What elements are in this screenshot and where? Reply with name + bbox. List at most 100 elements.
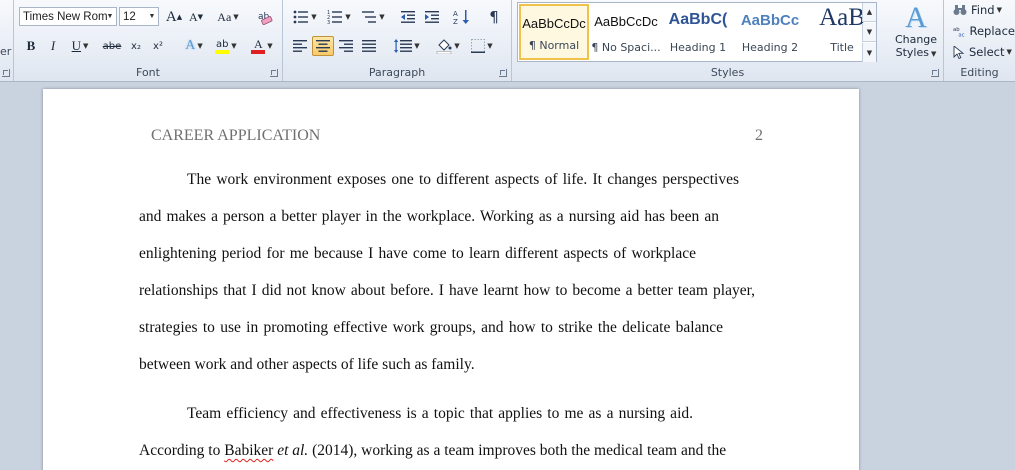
clear-formatting-icon: ab [258, 12, 273, 25]
gallery-more-button[interactable]: ▼ [862, 43, 876, 62]
replace-button[interactable]: ab ac Replace [952, 21, 1015, 41]
style-sample: AaBbC( [668, 11, 728, 28]
svg-text:A: A [453, 10, 458, 18]
align-right-button[interactable] [335, 36, 357, 56]
clear-formatting-button[interactable]: ab [255, 7, 277, 27]
paint-bucket-icon [437, 38, 452, 54]
paragraph-dialog-launcher[interactable] [499, 69, 507, 77]
grow-font-button[interactable]: A ▲ [164, 7, 184, 27]
change-styles-button[interactable]: A Change Styles ▼ [892, 2, 940, 64]
gallery-scroll-up-button[interactable]: ▲ [862, 3, 876, 22]
font-color-button[interactable]: A ▼ [247, 36, 277, 56]
show-formatting-button[interactable]: ¶ [483, 7, 505, 27]
clipboard-group: er [0, 0, 14, 81]
style-sample: AaBbCcDc [522, 16, 586, 31]
font-size-combo[interactable]: 12 ▼ [119, 7, 159, 26]
styles-gallery: AaBbCcDc ¶ Normal AaBbCcDc ¶ No Spaci...… [517, 2, 877, 62]
sort-button[interactable]: A Z [451, 7, 473, 27]
misspelled-word[interactable]: Babiker [224, 442, 273, 459]
document-canvas[interactable]: CAREER APPLICATION 2 The work environmen… [0, 83, 1015, 470]
align-left-button[interactable] [289, 36, 311, 56]
page-header-title: CAREER APPLICATION [151, 127, 321, 144]
highlight-button[interactable]: ab ▼ [211, 36, 241, 56]
select-button[interactable]: Select ▼ [952, 42, 1014, 62]
increase-indent-icon [425, 11, 439, 23]
paragraph-group: ▼ 1 2 3 ▼ ▼ A Z ¶ ▼ ▼ ▼ Paragraph [283, 0, 512, 81]
style-sample: AaBbCcDc [594, 14, 658, 29]
shrink-font-button[interactable]: A ▼ [186, 7, 206, 27]
line-spacing-button[interactable]: ▼ [391, 36, 423, 56]
body-line: relationships that I did not know about … [139, 282, 755, 299]
style-heading-1[interactable]: AaBbC( Heading 1 [663, 4, 733, 60]
style-name: ¶ Normal [528, 39, 580, 52]
svg-text:Z: Z [453, 18, 458, 25]
font-color-icon: A [253, 37, 263, 51]
citation-etal: et al. [277, 442, 309, 459]
document-page[interactable]: CAREER APPLICATION 2 The work environmen… [43, 89, 859, 470]
ribbon: er Times New Rom ▼ 12 ▼ A▲ A▼ Aa▼ ab [0, 0, 1015, 82]
change-styles-label-1: Change [894, 33, 938, 46]
editing-group-label: Editing [960, 66, 999, 79]
subscript-button[interactable]: x₂ [126, 36, 146, 56]
gallery-scroll-down-button[interactable]: ▼ [862, 23, 876, 42]
citation-suffix: (2014), working as a team improves both … [308, 442, 727, 459]
multilevel-list-icon [362, 11, 377, 23]
clipboard-label-fragment: er [0, 45, 12, 58]
align-left-icon [293, 40, 307, 52]
strikethrough-button[interactable]: abe [100, 36, 124, 56]
grow-font-icon: A [165, 8, 177, 25]
style-normal[interactable]: AaBbCcDc ¶ Normal [519, 4, 589, 60]
font-color-bar [251, 50, 266, 54]
justify-icon [362, 40, 376, 52]
decrease-indent-icon [401, 11, 415, 23]
bullets-button[interactable]: ▼ [289, 7, 321, 27]
cursor-arrow-icon [953, 45, 965, 59]
change-styles-icon: A [905, 1, 927, 34]
body-line: and makes a person a better player in th… [139, 208, 719, 225]
bold-button[interactable]: B [21, 36, 41, 56]
borders-button[interactable]: ▼ [467, 36, 497, 56]
font-dialog-launcher[interactable] [270, 69, 278, 77]
body-line: The work environment exposes one to diff… [187, 171, 739, 188]
change-styles-label-2: Styles [895, 46, 929, 59]
subscript-icon: x₂ [131, 40, 141, 52]
body-line: Team efficiency and effectiveness is a t… [187, 405, 693, 422]
justify-button[interactable] [358, 36, 380, 56]
clipboard-dialog-launcher[interactable] [2, 69, 10, 77]
superscript-icon: x² [153, 40, 163, 52]
body-line: enlightening period for me because I hav… [139, 245, 696, 262]
italic-button[interactable]: I [43, 36, 63, 56]
align-center-icon [316, 40, 330, 52]
find-button[interactable]: Find ▼ [952, 0, 1014, 20]
sort-icon: A Z [453, 10, 469, 25]
line-spacing-icon [394, 39, 413, 53]
font-group: Times New Rom ▼ 12 ▼ A▲ A▼ Aa▼ ab B I [14, 0, 283, 81]
style-sample: AaBbCc [740, 12, 800, 29]
text-effects-button[interactable]: A ▼ [181, 36, 207, 56]
page-number: 2 [755, 127, 763, 144]
multilevel-list-button[interactable]: ▼ [357, 7, 389, 27]
numbering-button[interactable]: 1 2 3 ▼ [323, 7, 355, 27]
font-name-value: Times New Rom [23, 10, 108, 23]
style-heading-2[interactable]: AaBbCc Heading 2 [735, 4, 805, 60]
style-no-spacing[interactable]: AaBbCcDc ¶ No Spaci... [591, 4, 661, 60]
increase-indent-button[interactable] [421, 7, 443, 27]
font-size-value: 12 [123, 10, 136, 23]
decrease-indent-button[interactable] [397, 7, 419, 27]
styles-dialog-launcher[interactable] [931, 69, 939, 77]
svg-text:ac: ac [958, 32, 964, 37]
body-line: strategies to use in promoting effective… [139, 319, 723, 336]
shading-button[interactable]: ▼ [433, 36, 463, 56]
chevron-down-icon[interactable]: ▼ [104, 8, 116, 25]
superscript-button[interactable]: x² [148, 36, 168, 56]
change-case-button[interactable]: Aa ▼ [214, 7, 242, 27]
style-name: Heading 2 [741, 41, 799, 54]
underline-button[interactable]: U ▼ [65, 36, 95, 56]
font-name-combo[interactable]: Times New Rom ▼ [19, 7, 117, 26]
chevron-down-icon[interactable]: ▼ [146, 8, 158, 25]
font-group-label: Font [136, 66, 160, 79]
replace-label: Replace [969, 24, 1015, 38]
styles-group-label: Styles [710, 66, 745, 79]
body-line: between work and other aspects of life s… [139, 356, 475, 373]
align-center-button[interactable] [312, 36, 334, 56]
